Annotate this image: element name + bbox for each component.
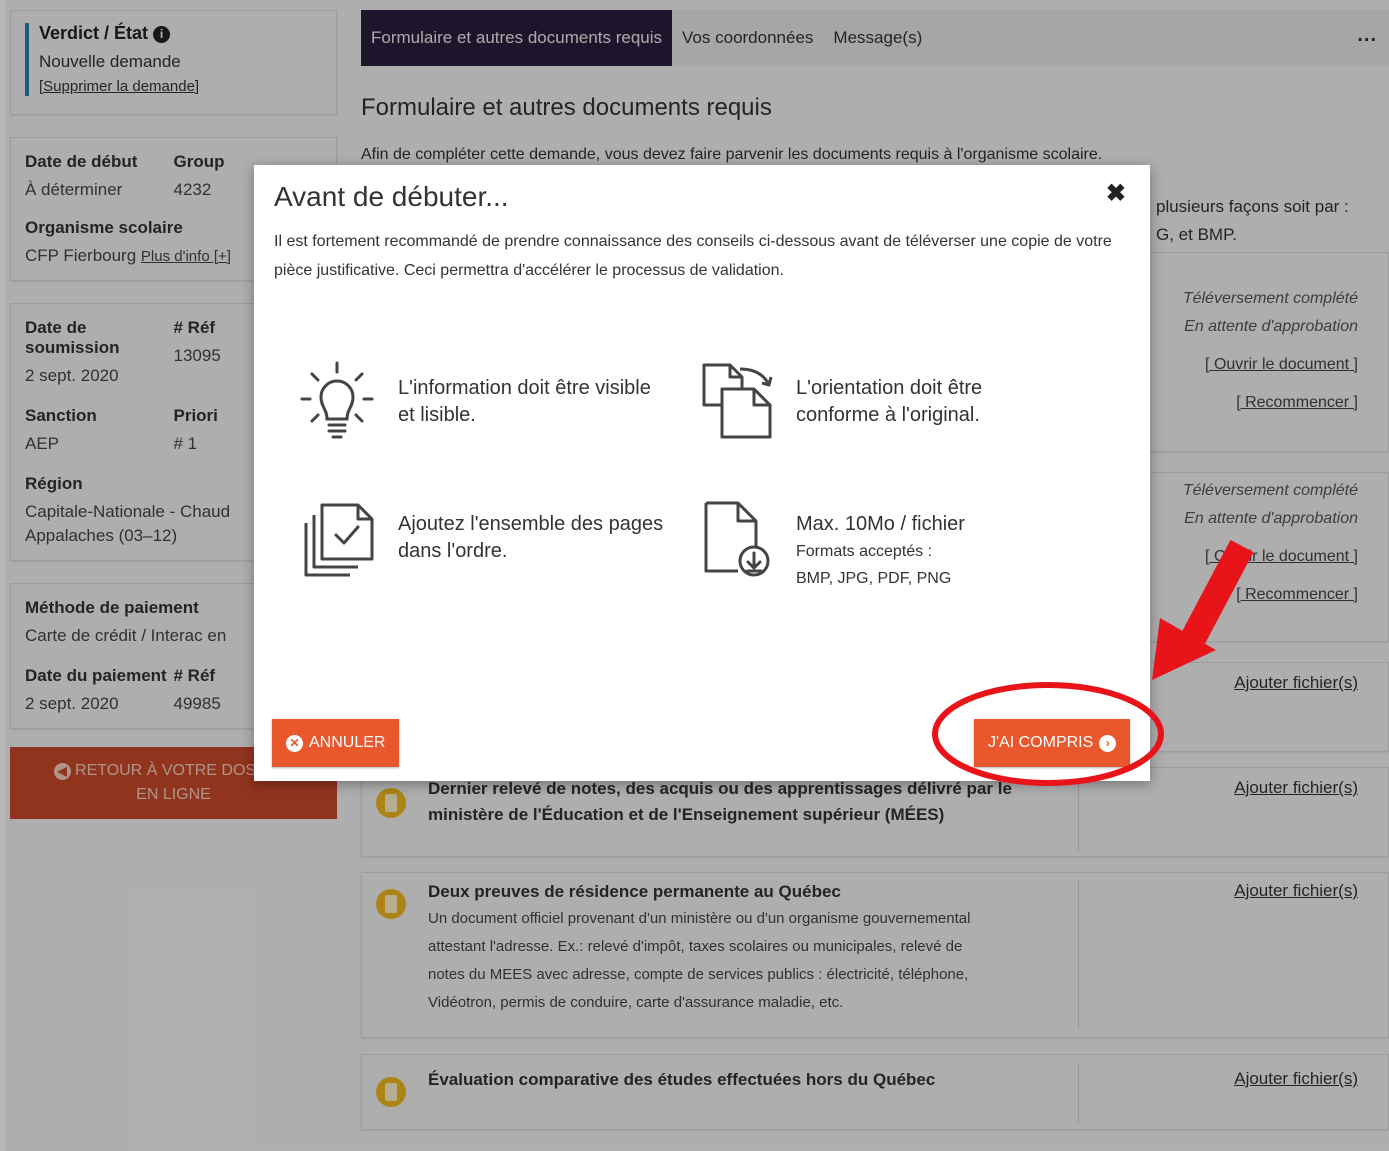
multiple-pages-icon [304, 503, 374, 577]
tip-file-size: Max. 10Mo / fichier Formats acceptés : B… [796, 511, 965, 592]
tip4-line1: Max. 10Mo / fichier [796, 513, 965, 535]
tip1-line1: L'information doit être visible [398, 377, 651, 399]
modal-text: Il est fortement recommandé de prendre c… [274, 233, 1112, 279]
tip2-line1: L'orientation doit être [796, 377, 983, 399]
lightbulb-icon [300, 361, 374, 439]
tip-pages: Ajoutez l'ensemble des pages dans l'ordr… [398, 511, 663, 565]
close-icon[interactable]: ✖ [1106, 179, 1126, 208]
before-start-modal: Avant de débuter... ✖ Il est fortement r… [254, 165, 1150, 781]
tip3-line2: dans l'ordre. [398, 540, 508, 562]
rotate-document-icon [702, 363, 773, 439]
tip-orientation: L'orientation doit être conforme à l'ori… [796, 375, 982, 429]
tip2-line2: conforme à l'original. [796, 404, 980, 426]
understood-button-label: J'AI COMPRIS [988, 734, 1094, 751]
modal-title: Avant de débuter... [274, 181, 509, 212]
file-download-icon [704, 501, 770, 577]
close-circle-icon: ✕ [286, 734, 303, 752]
chevron-right-circle-icon: › [1099, 734, 1117, 752]
tip4-line3: BMP, JPG, PDF, PNG [796, 570, 952, 587]
cancel-button[interactable]: ✕ ANNULER [272, 719, 400, 767]
understood-button[interactable]: J'AI COMPRIS › [974, 719, 1131, 767]
cancel-button-label: ANNULER [309, 734, 386, 751]
tip4-line2: Formats acceptés : [796, 543, 933, 560]
tip-visibility: L'information doit être visible et lisib… [398, 375, 651, 429]
tip1-line2: et lisible. [398, 404, 476, 426]
tip3-line1: Ajoutez l'ensemble des pages [398, 513, 664, 535]
